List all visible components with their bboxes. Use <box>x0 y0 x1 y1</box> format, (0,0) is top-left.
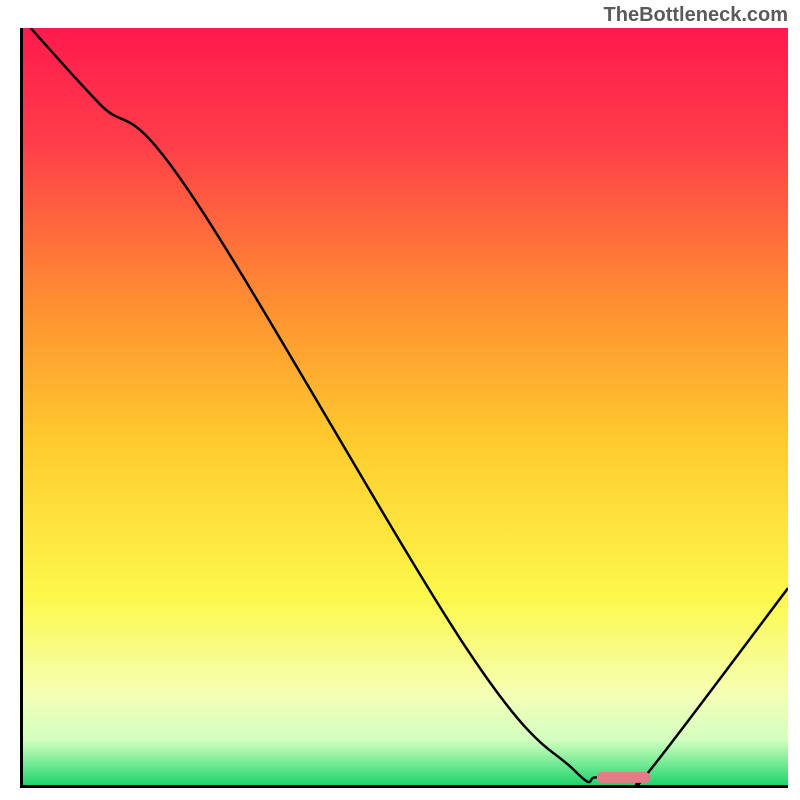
optimal-range-marker <box>597 772 651 783</box>
plot-area <box>20 28 788 788</box>
watermark-text: TheBottleneck.com <box>604 4 788 27</box>
chart-container: TheBottleneck.com <box>0 0 800 800</box>
gradient-background <box>23 28 788 785</box>
chart-svg <box>23 28 788 785</box>
